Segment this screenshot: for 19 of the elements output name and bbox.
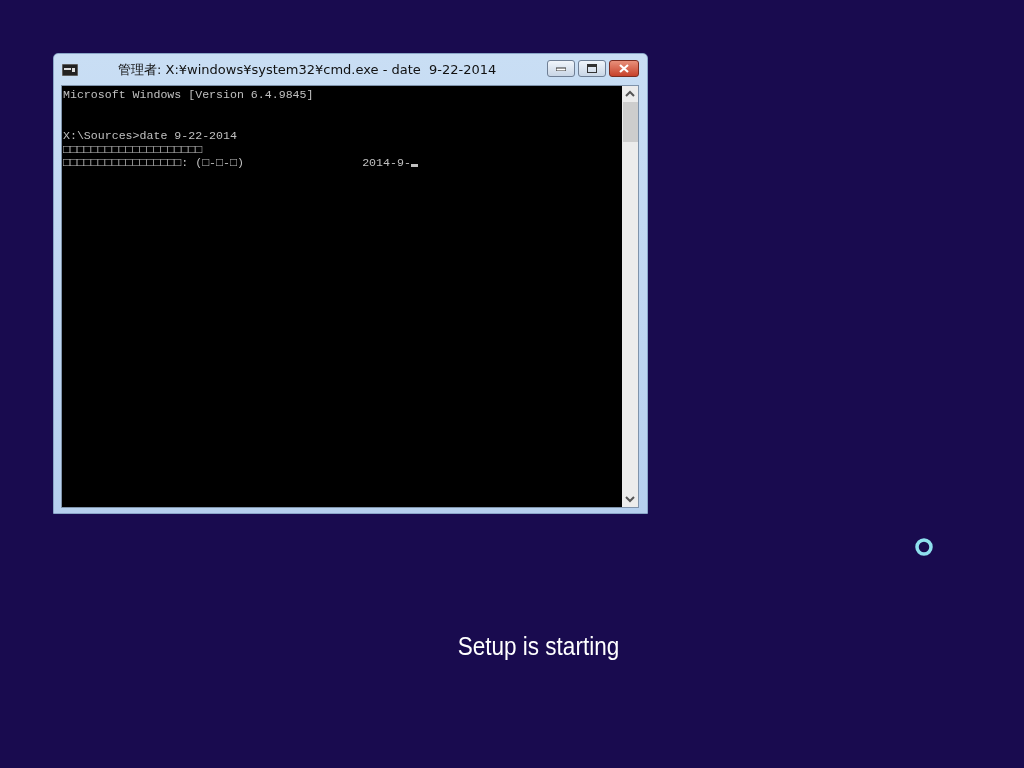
console-icon [62,63,78,76]
setup-status-text: Setup is starting [457,632,620,660]
console-line: Microsoft Windows [Version 6.4.9845] [63,88,314,101]
loading-spinner-icon [914,537,934,557]
scroll-down-icon[interactable] [625,495,635,503]
close-button[interactable] [609,60,639,77]
minimize-button[interactable] [547,60,575,77]
scroll-thumb[interactable] [622,102,638,142]
minimize-icon [556,66,566,71]
scroll-up-icon[interactable] [625,90,635,98]
console-line: □□□□□□□□□□□□□□□□□: (□-□-□) 2014-9- [63,156,411,170]
console-line: □□□□□□□□□□□□□□□□□□□□ [63,142,203,156]
maximize-icon [587,64,597,73]
maximize-button[interactable] [578,60,606,77]
text-cursor [410,164,418,168]
console-line: X:\Sources>date 9-22-2014 [63,129,237,143]
close-icon [619,64,629,73]
scrollbar[interactable] [622,86,638,507]
window-title: 管理者: X:¥windows¥system32¥cmd.exe - date 9-22-2014 [118,60,498,79]
